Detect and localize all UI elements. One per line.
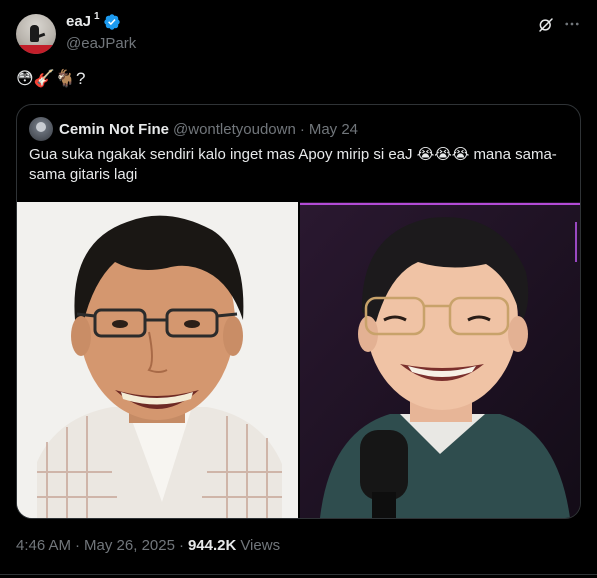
footer-separator: · (178, 537, 184, 554)
quoted-author-name[interactable]: Cemin Not Fine (59, 121, 169, 138)
author-names: eaJ 1 @eaJPark (66, 11, 136, 54)
avatar-ground (16, 45, 56, 54)
quoted-author-avatar[interactable] (29, 117, 53, 141)
tweet-date[interactable]: May 26, 2025 (84, 536, 175, 556)
tweet-text: 😳🎸🐐? (16, 69, 86, 88)
quoted-tweet-header: Cemin Not Fine @wontletyoudown · May 24 (29, 117, 358, 141)
quoted-photo-right[interactable] (300, 202, 580, 518)
author-display-name[interactable]: eaJ 1 (66, 11, 121, 32)
grok-icon[interactable] (537, 16, 555, 34)
author-avatar[interactable] (16, 14, 56, 54)
photo-left-image (17, 202, 298, 518)
quoted-tweet[interactable]: Cemin Not Fine @wontletyoudown · May 24 … (16, 104, 581, 519)
photo-right-image (300, 202, 580, 518)
views-label: Views (240, 537, 281, 554)
quoted-author-handle[interactable]: @wontletyoudown (173, 121, 296, 138)
footer-separator: · (75, 537, 81, 554)
quoted-tweet-text: Gua suka ngakak sendiri kalo inget mas A… (29, 146, 557, 183)
avatar-figure (30, 25, 39, 42)
divider (0, 574, 597, 575)
author-name-superscript: 1 (94, 11, 100, 22)
author-handle[interactable]: @eaJPark (66, 34, 136, 54)
tweet-time[interactable]: 4:46 AM (16, 536, 71, 556)
quoted-date[interactable]: May 24 (309, 121, 358, 138)
quoted-photo-left[interactable] (17, 202, 298, 518)
tweet-header: eaJ 1 @eaJPark (16, 11, 581, 56)
quoted-separator: · (299, 120, 305, 138)
verified-badge-icon (103, 14, 120, 30)
more-options-icon[interactable] (563, 15, 581, 33)
author-name-text: eaJ (66, 13, 92, 30)
tweet-footer: 4:46 AM · May 26, 2025 · 944.2K Views (16, 536, 280, 556)
views-count: 944.2K (187, 537, 237, 554)
